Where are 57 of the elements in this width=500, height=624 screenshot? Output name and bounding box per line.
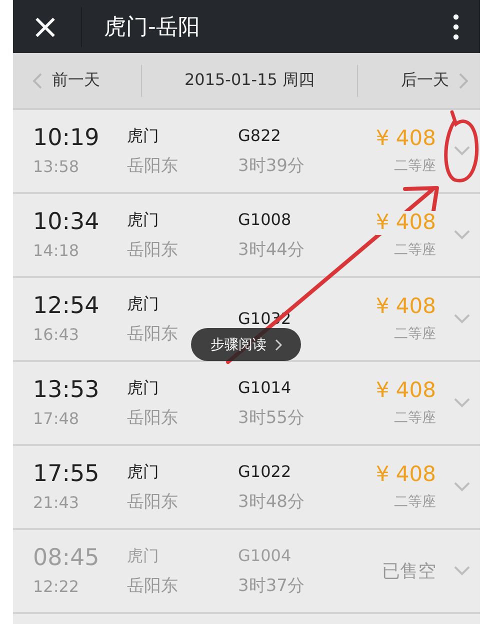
chevron-right-icon xyxy=(459,72,468,88)
train-number: G1008 xyxy=(238,209,292,232)
chevron-down-icon[interactable] xyxy=(454,146,470,156)
more-menu-icon[interactable] xyxy=(452,14,460,40)
departure-time: 12:54 xyxy=(33,294,100,320)
next-day-button[interactable]: 后一天 xyxy=(358,70,480,91)
seat-class: 二等座 xyxy=(394,492,436,511)
arrival-time: 17:48 xyxy=(33,409,80,428)
chevron-down-icon[interactable] xyxy=(454,230,470,240)
trip-duration: 3时55分 xyxy=(238,406,304,429)
arrival-station: 岳阳东 xyxy=(127,238,178,261)
departure-station: 虎门 xyxy=(127,293,159,316)
departure-time: 13:53 xyxy=(33,378,100,404)
arrival-station: 岳阳东 xyxy=(127,322,178,345)
previous-day-button[interactable]: 前一天 xyxy=(13,70,141,91)
departure-station: 虎门 xyxy=(127,209,159,232)
departure-station: 虎门 xyxy=(127,377,159,400)
trip-duration: 3时39分 xyxy=(238,154,304,177)
departure-time: 10:34 xyxy=(33,210,100,236)
trip-duration: 3时44分 xyxy=(238,238,304,261)
chevron-left-icon xyxy=(33,72,42,88)
chevron-right-icon xyxy=(274,338,282,350)
departure-station: 虎门 xyxy=(127,125,159,148)
sold-out-label: 已售空 xyxy=(382,560,436,583)
arrival-time: 13:58 xyxy=(33,157,80,176)
train-number: G1004 xyxy=(238,545,292,568)
arrival-station: 岳阳东 xyxy=(127,574,178,597)
chevron-down-icon[interactable] xyxy=(454,566,470,576)
arrival-station: 岳阳东 xyxy=(127,406,178,429)
train-number: G822 xyxy=(238,125,281,148)
seat-class: 二等座 xyxy=(394,156,436,175)
date-label: 2015-01-15 周四 xyxy=(183,70,316,91)
train-number: G1014 xyxy=(238,377,292,400)
chevron-down-icon[interactable] xyxy=(454,482,470,492)
arrival-station: 岳阳东 xyxy=(127,154,178,177)
departure-time: 10:19 xyxy=(33,126,100,152)
trip-duration: 3时48分 xyxy=(238,490,304,513)
page-title: 虎门-岳阳 xyxy=(104,14,201,42)
train-number: G1022 xyxy=(238,461,292,484)
chevron-down-icon[interactable] xyxy=(454,398,470,408)
arrival-station: 岳阳东 xyxy=(127,490,178,513)
seat-class: 二等座 xyxy=(394,408,436,427)
arrival-time: 21:43 xyxy=(33,493,80,512)
departure-station: 虎门 xyxy=(127,545,159,568)
seat-class: 二等座 xyxy=(394,240,436,259)
close-button[interactable]: × xyxy=(31,10,59,44)
departure-time: 17:55 xyxy=(33,462,100,488)
departure-station: 虎门 xyxy=(127,461,159,484)
seat-class: 二等座 xyxy=(394,324,436,343)
chevron-down-icon[interactable] xyxy=(454,314,470,324)
ticket-price: ¥ 408 xyxy=(376,211,436,235)
step-reading-button[interactable]: 步骤阅读 xyxy=(191,328,301,361)
arrival-time: 14:18 xyxy=(33,241,80,260)
arrival-time: 16:43 xyxy=(33,325,80,344)
departure-time: 08:45 xyxy=(33,546,100,572)
arrival-time: 12:22 xyxy=(33,577,80,596)
trip-duration: 3时37分 xyxy=(238,574,304,597)
